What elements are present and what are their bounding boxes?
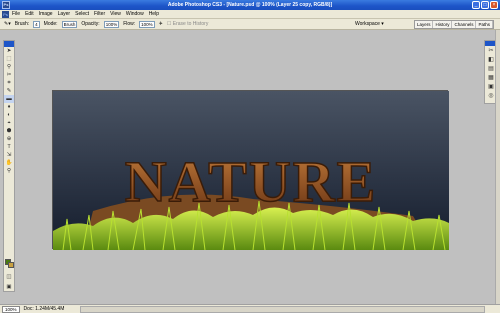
marquee-tool-icon[interactable]: ⬚ (4, 55, 14, 63)
window-title: Adobe Photoshop CS3 - [Nature.psd @ 100%… (167, 2, 333, 8)
tab-layers[interactable]: Layers (415, 21, 434, 28)
menu-item-help[interactable]: Help (149, 11, 159, 17)
brush-size-field[interactable]: 4 (33, 20, 40, 28)
menu-item-view[interactable]: View (110, 11, 121, 17)
doc-size: Doc: 1.24M/45.4M (23, 306, 65, 312)
background-color-swatch[interactable] (8, 262, 14, 268)
airbrush-icon[interactable]: ✈ (159, 21, 163, 27)
zoom-tool-icon[interactable]: ⚲ (4, 167, 14, 175)
hand-tool-icon[interactable]: ✋ (4, 159, 14, 167)
shape-tool-icon[interactable]: ⬢ (4, 127, 14, 135)
quick-mask-icon[interactable]: ◫ (4, 273, 14, 281)
brush-label: Brush: (14, 21, 30, 27)
menu-item-image[interactable]: Image (39, 11, 53, 17)
menu-item-layer[interactable]: Layer (58, 11, 71, 17)
flow-label: Flow: (123, 21, 136, 27)
menu-item-filter[interactable]: Filter (94, 11, 105, 17)
app-badge-small: Ps (2, 11, 9, 18)
title-bar: Ps Adobe Photoshop CS3 - [Nature.psd @ 1… (0, 0, 500, 10)
slice-tool-icon[interactable]: ⌗ (4, 79, 14, 87)
type-tool-icon[interactable]: T (4, 143, 14, 151)
tab-channels[interactable]: Channels (452, 21, 477, 28)
menu-item-window[interactable]: Window (126, 11, 144, 17)
tab-paths[interactable]: Paths (476, 21, 493, 28)
dodge-tool-icon[interactable]: ◐ (4, 111, 14, 119)
path-select-tool-icon[interactable]: ⇲ (4, 151, 14, 159)
workspace-button[interactable]: Workspace ▾ (355, 21, 384, 27)
status-bar: 100% Doc: 1.24M/45.4M (0, 304, 500, 313)
mode-select[interactable]: Brush (61, 20, 78, 28)
menu-item-select[interactable]: Select (75, 11, 89, 17)
move-tool-icon[interactable]: ➤ (4, 47, 14, 55)
eyedropper-tool-icon[interactable]: ⊕ (4, 135, 14, 143)
lasso-tool-icon[interactable]: ⚲ (4, 63, 14, 71)
panel-well-tabs: Layers History Channels Paths (413, 20, 494, 29)
tab-history[interactable]: History (433, 21, 453, 28)
maximize-button[interactable]: □ (481, 1, 489, 9)
brush-tool-icon[interactable]: ✎ (4, 87, 14, 95)
nature-text: NATURE (125, 149, 378, 214)
menu-item-file[interactable]: File (12, 11, 20, 17)
mode-label: Mode: (43, 21, 58, 27)
eraser-tool-icon[interactable]: ▬ (4, 95, 14, 103)
opacity-label: Opacity: (81, 21, 100, 27)
pen-tool-icon[interactable]: ⌖ (4, 119, 14, 127)
minimize-button[interactable]: _ (472, 1, 480, 9)
erase-to-history-label: Erase to History (172, 21, 209, 27)
horizontal-scrollbar[interactable] (80, 306, 485, 313)
document-window[interactable]: NATURE (52, 90, 449, 250)
eraser-tool-icon[interactable]: ✎▾ (4, 21, 11, 27)
canvas-artwork[interactable]: NATURE (53, 91, 449, 250)
zoom-field[interactable]: 100% (2, 305, 20, 313)
erase-to-history-checkbox[interactable]: ☐ Erase to History (167, 21, 208, 27)
vertical-scrollbar[interactable] (495, 30, 500, 304)
gradient-tool-icon[interactable]: ♦ (4, 103, 14, 111)
close-button[interactable]: × (490, 1, 498, 9)
crop-tool-icon[interactable]: ✂ (4, 71, 14, 79)
toolbox: ➤ ⬚ ⚲ ✂ ⌗ ✎ ▬ ♦ ◐ ⌖ ⬢ ⊕ T ⇲ ✋ ⚲ ◫ ▣ (3, 40, 15, 292)
opacity-field[interactable]: 100% (103, 20, 120, 28)
flow-field[interactable]: 100% (139, 20, 155, 28)
menu-item-edit[interactable]: Edit (25, 11, 34, 17)
menu-bar: Ps File Edit Image Layer Select Filter V… (0, 10, 500, 19)
screen-mode-icon[interactable]: ▣ (4, 283, 14, 291)
